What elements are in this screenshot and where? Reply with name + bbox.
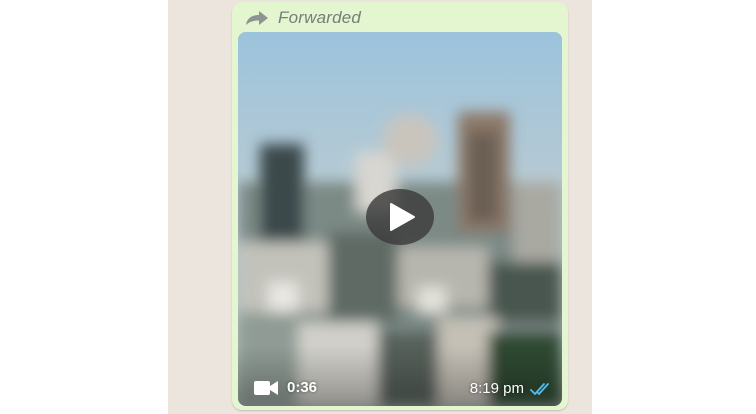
video-thumbnail[interactable]: 0:36 8:19 pm	[238, 32, 562, 406]
message-bubble[interactable]: Forwarded 0:36 8:19 pm	[232, 2, 568, 410]
bottom-shade	[238, 346, 562, 406]
play-button[interactable]	[366, 189, 434, 245]
video-duration: 0:36	[287, 379, 318, 396]
video-camera-icon	[254, 380, 278, 395]
play-icon	[390, 203, 415, 231]
forward-arrow-icon	[246, 11, 268, 25]
message-time: 8:19 pm	[469, 380, 524, 397]
double-check-icon	[530, 382, 549, 395]
message-meta: 8:19 pm	[470, 380, 552, 397]
forwarded-indicator: Forwarded	[244, 7, 361, 29]
forwarded-label: Forwarded	[278, 8, 362, 27]
video-info: 0:36	[254, 379, 317, 396]
